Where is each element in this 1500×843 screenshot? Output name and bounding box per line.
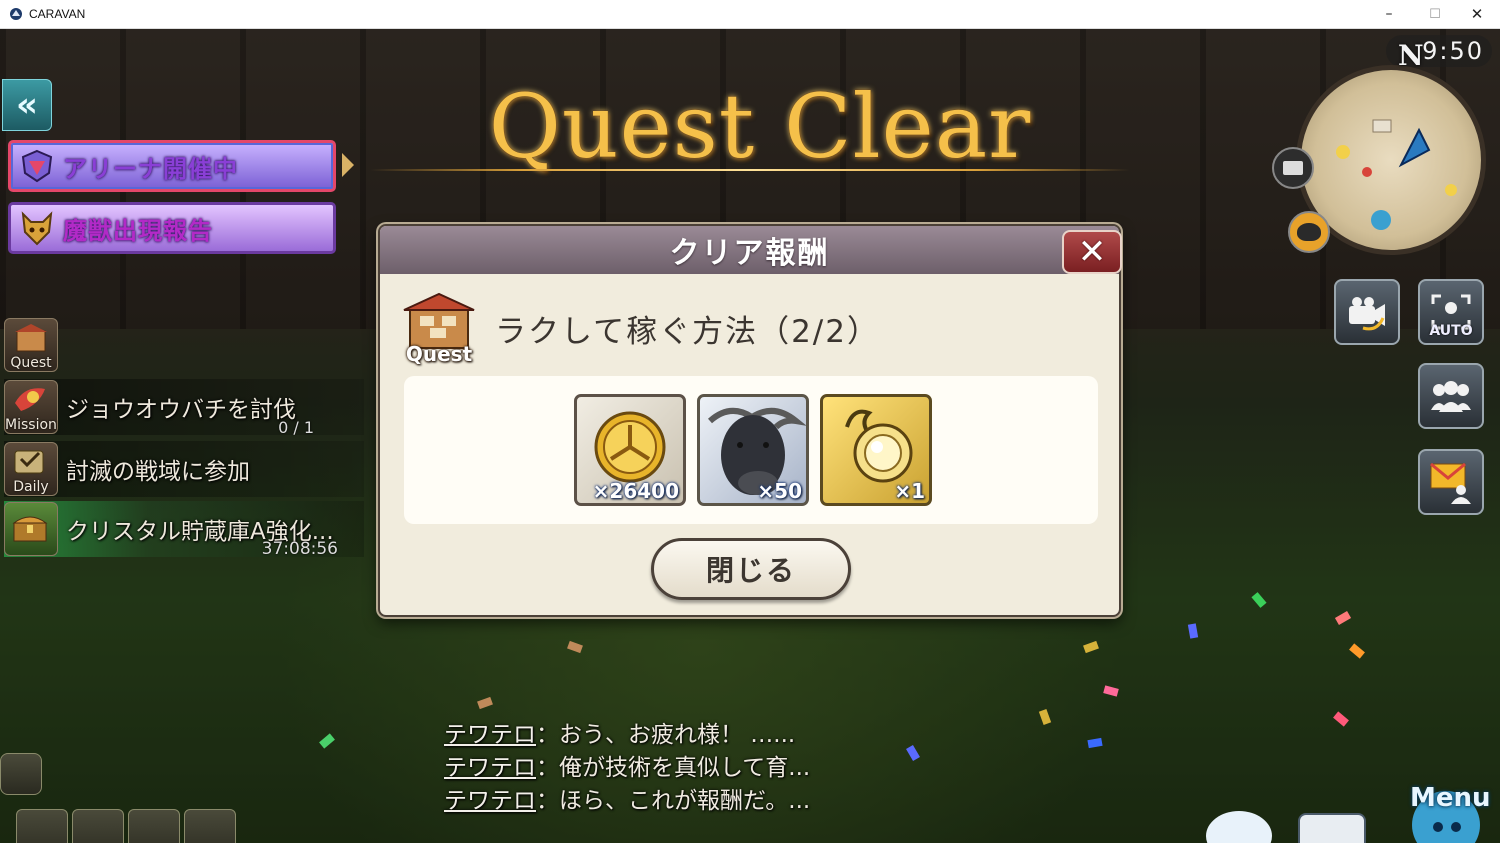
reward-item-orb[interactable]: ×1 bbox=[820, 394, 932, 506]
reward-qty: ×1 bbox=[894, 479, 925, 503]
window-close-icon: ✕ bbox=[1470, 5, 1484, 23]
auto-button[interactable]: AUTO bbox=[1418, 279, 1484, 345]
camera-icon bbox=[1349, 297, 1385, 331]
quest-tab[interactable]: Quest bbox=[4, 317, 364, 373]
minimize-button[interactable]: – bbox=[1366, 0, 1412, 28]
map-toggle-button[interactable] bbox=[1272, 147, 1314, 189]
beast-report-label: 魔獣出現報告 bbox=[63, 216, 213, 245]
mission-tab-icon: Mission bbox=[4, 380, 58, 434]
dialog-header: クリア報酬 bbox=[380, 226, 1119, 274]
clock-time: 9:50 bbox=[1422, 37, 1484, 65]
quest-icon-label: Quest bbox=[405, 342, 473, 366]
bag-shortcut-button[interactable] bbox=[184, 809, 236, 843]
app-icon bbox=[10, 8, 22, 20]
reward-qty: ×26400 bbox=[592, 479, 679, 503]
menu-button[interactable]: Menu bbox=[1398, 769, 1498, 843]
daily-tab-icon: Daily bbox=[4, 442, 58, 496]
quest-clear-title: Quest Clear bbox=[488, 75, 1032, 178]
chat-log: テワテロ：おう、お疲れ様！ …... テワテロ：俺が技術を真似して育... テワ… bbox=[444, 719, 810, 818]
chat-text: 俺が技術を真似して育... bbox=[559, 755, 811, 781]
mission-task-text: ジョウオウバチを討伐 bbox=[66, 397, 296, 423]
exp-button[interactable] bbox=[16, 809, 68, 843]
title-underline bbox=[370, 169, 1130, 171]
banner-arrow-icon bbox=[342, 153, 354, 177]
menu-label: Menu bbox=[1410, 783, 1491, 813]
chat-separator: ： bbox=[536, 755, 559, 781]
face-icon bbox=[1297, 223, 1321, 241]
daily-tab-label: Daily bbox=[13, 479, 49, 495]
beast-report-banner[interactable]: 魔獣出現報告 bbox=[8, 202, 336, 254]
quest-reward-dialog: クリア報酬 ✕ Quest ラクして稼ぐ方法（2/2） ×26400 ×50 ×… bbox=[378, 224, 1122, 617]
close-x-icon: ✕ bbox=[1077, 232, 1107, 272]
chat-speaker[interactable]: テワテロ bbox=[444, 788, 536, 814]
map-icon bbox=[1283, 161, 1303, 175]
window-close-button[interactable]: ✕ bbox=[1454, 0, 1500, 28]
mail-icon bbox=[1430, 462, 1471, 504]
reward-item-gil[interactable]: ×26400 bbox=[574, 394, 686, 506]
treasure-chest-icon bbox=[4, 502, 58, 556]
close-button[interactable]: 閉じる bbox=[651, 538, 851, 600]
chat-separator: ： bbox=[536, 788, 559, 814]
dialog-title: クリア報酬 bbox=[669, 236, 830, 271]
mail-button[interactable] bbox=[1418, 449, 1484, 515]
double-chevron-left-icon: « bbox=[16, 85, 38, 125]
arena-banner-label: アリーナ開催中 bbox=[63, 154, 238, 183]
chat-bubble-button[interactable] bbox=[1298, 813, 1366, 843]
quest-tab-label: Quest bbox=[10, 355, 52, 371]
crystal-timer: 37:08:56 bbox=[261, 539, 338, 559]
chat-line: テワテロ：おう、お疲れ様！ …... bbox=[444, 719, 810, 752]
party-face-button[interactable] bbox=[1288, 211, 1330, 253]
potion-shortcut-button[interactable] bbox=[128, 809, 180, 843]
window-titlebar: CARAVAN – ☐ ✕ bbox=[0, 0, 1500, 29]
reward-qty: ×50 bbox=[757, 479, 802, 503]
quest-name: ラクして稼ぐ方法（2/2） bbox=[495, 314, 880, 350]
chat-line: テワテロ：俺が技術を真似して育... bbox=[444, 752, 810, 785]
quest-building-icon bbox=[403, 292, 475, 349]
auto-label: AUTO bbox=[1429, 323, 1473, 339]
compass-north: N bbox=[1398, 39, 1424, 72]
arena-banner[interactable]: アリーナ開催中 bbox=[8, 140, 336, 192]
quest-icon: Quest bbox=[400, 290, 478, 366]
chat-separator: ： bbox=[536, 722, 559, 748]
crystal-row[interactable]: クリスタル貯蔵庫A強化... 37:08:56 bbox=[4, 501, 364, 559]
maximize-icon: ☐ bbox=[1429, 6, 1441, 22]
mission-row[interactable]: Mission ジョウオウバチを討伐 0 / 1 bbox=[4, 379, 364, 437]
chat-line: テワテロ：ほら、これが報酬だ。... bbox=[444, 785, 810, 818]
chat-text: おう、お疲れ様！ …... bbox=[559, 722, 796, 748]
camera-button[interactable] bbox=[1334, 279, 1400, 345]
party-button[interactable] bbox=[1418, 363, 1484, 429]
chat-speaker[interactable]: テワテロ bbox=[444, 755, 536, 781]
quest-tab-icon: Quest bbox=[4, 318, 58, 372]
maximize-button[interactable]: ☐ bbox=[1412, 0, 1458, 28]
close-button-label: 閉じる bbox=[705, 554, 796, 587]
party-icon bbox=[1431, 381, 1471, 412]
minimize-icon: – bbox=[1385, 6, 1393, 22]
window-title: CARAVAN bbox=[29, 7, 86, 21]
daily-task-text: 討滅の戦域に参加 bbox=[66, 459, 250, 485]
coin-shortcut-button[interactable] bbox=[72, 809, 124, 843]
skill-shortcut-button[interactable] bbox=[0, 753, 42, 795]
daily-row[interactable]: Daily 討滅の戦域に参加 bbox=[4, 441, 364, 497]
back-button[interactable]: « bbox=[2, 79, 52, 131]
mission-progress: 0 / 1 bbox=[278, 418, 314, 437]
mission-tab-label: Mission bbox=[5, 417, 57, 433]
chat-speaker[interactable]: テワテロ bbox=[444, 722, 536, 748]
arena-crest-icon bbox=[17, 147, 57, 185]
dialog-close-button[interactable]: ✕ bbox=[1062, 230, 1122, 274]
chat-text: ほら、これが報酬だ。... bbox=[559, 788, 811, 814]
reward-item-buffalo[interactable]: ×50 bbox=[697, 394, 809, 506]
beast-mask-icon bbox=[17, 209, 57, 247]
